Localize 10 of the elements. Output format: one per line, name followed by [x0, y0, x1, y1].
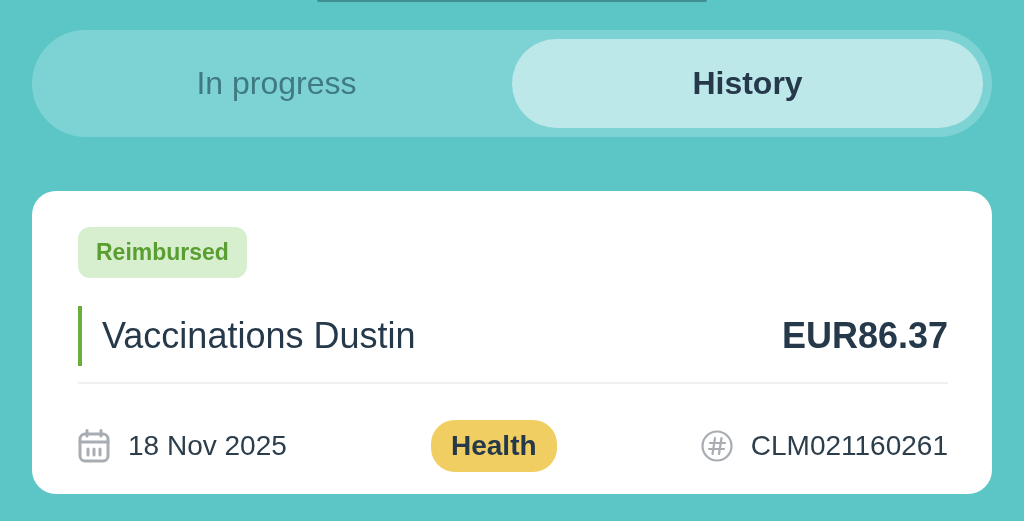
calendar-icon: [78, 429, 110, 463]
claim-amount: EUR86.37: [781, 315, 948, 357]
claim-date: 18 Nov 2025: [128, 430, 287, 462]
status-badge: Reimbursed: [78, 227, 247, 278]
claim-title: Vaccinations Dustin: [78, 306, 416, 366]
hash-icon: [700, 430, 733, 462]
category-tag: Health: [431, 420, 557, 472]
tab[interactable]: History: [512, 39, 983, 128]
claim-reference: CLM021160261: [750, 430, 948, 462]
claim-card[interactable]: Reimbursed Vaccinations Dustin EUR86.37 18 Nov 2025 Health CLM021160261: [32, 191, 992, 494]
